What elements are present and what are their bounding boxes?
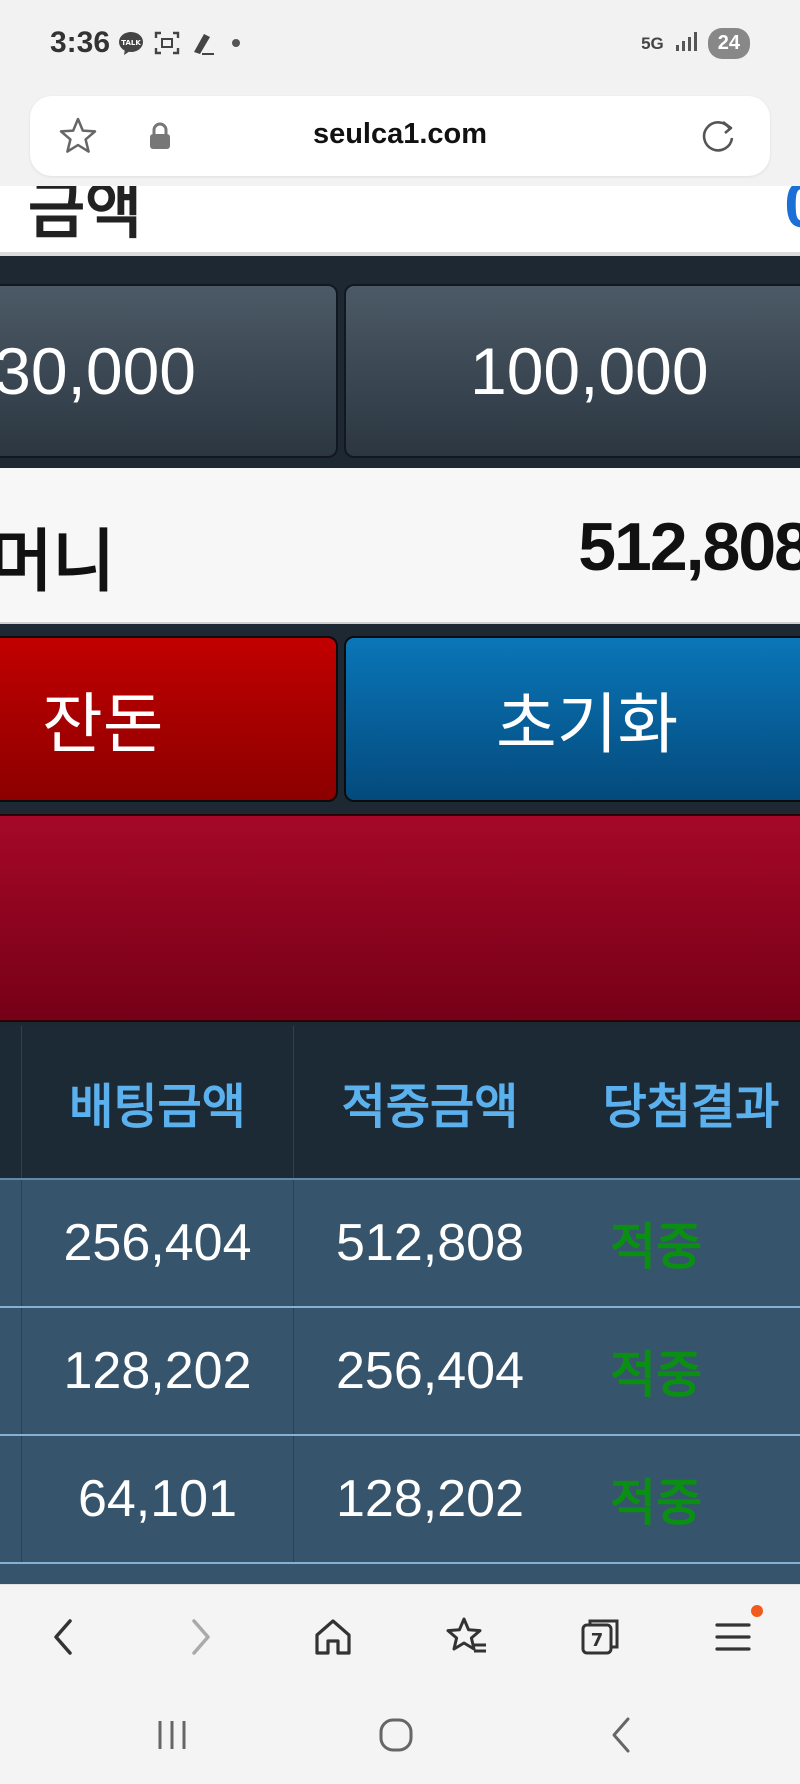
bet-amount-cell: 128,202 — [22, 1308, 294, 1434]
screen: 3:36 TALK 5G 24 seulca1.com 금액 30,000 10… — [0, 0, 800, 1784]
signal-icon — [674, 29, 698, 58]
history-table: 배팅금액 적중금액 당첨결과 256,404 512,808 적중 128,20… — [0, 1026, 800, 1584]
table-row-partial — [0, 1564, 800, 1584]
chevron-right-icon — [192, 1619, 210, 1655]
browser-toolbar: 7 — [0, 1584, 800, 1690]
svg-text:7: 7 — [591, 1630, 604, 1651]
network-5g-icon: 5G — [641, 33, 664, 53]
back-arrow-icon — [612, 1717, 630, 1753]
result-cell: 적중 — [610, 1475, 702, 1531]
android-home-button[interactable] — [366, 1710, 426, 1760]
table-cell — [0, 1436, 22, 1562]
reload-icon[interactable] — [696, 114, 740, 158]
chevron-left-icon — [54, 1619, 72, 1655]
android-nav-bar — [0, 1690, 800, 1784]
chip-30000-button[interactable]: 30,000 — [0, 284, 338, 458]
table-row: 64,101 128,202 적중 — [0, 1436, 800, 1564]
url-text[interactable]: seulca1.com — [30, 118, 770, 151]
url-bar[interactable]: seulca1.com — [30, 96, 770, 176]
pen-icon — [190, 30, 216, 56]
table-row: 128,202 256,404 적중 — [0, 1308, 800, 1436]
top-strip-label: 금액 — [28, 186, 143, 246]
bet-amount-cell: 256,404 — [22, 1180, 294, 1306]
money-row: 머니 512,808 — [0, 468, 800, 624]
forward-button[interactable] — [170, 1607, 230, 1667]
tabs-icon: 7 — [581, 1619, 619, 1655]
balance-button[interactable]: 잔돈 — [0, 636, 338, 802]
win-amount-cell: 256,404 — [336, 1342, 524, 1400]
menu-icon — [715, 1623, 751, 1651]
svg-text:TALK: TALK — [121, 39, 141, 47]
notification-dot — [751, 1605, 763, 1617]
home-circle-icon — [379, 1718, 413, 1752]
header-win-amount: 적중금액 — [341, 1081, 519, 1134]
table-header-cell — [0, 1026, 22, 1178]
status-time: 3:36 — [50, 26, 111, 59]
system-status-icons: 5G 24 — [641, 28, 750, 59]
back-button[interactable] — [34, 1607, 94, 1667]
result-cell: 적중 — [610, 1347, 702, 1403]
chip-100000-button[interactable]: 100,000 — [344, 284, 800, 458]
battery-indicator: 24 — [707, 28, 750, 59]
bet-banner[interactable] — [0, 814, 800, 1022]
header-bet-amount: 배팅금액 — [22, 1026, 294, 1178]
kakaotalk-icon: TALK — [118, 30, 144, 56]
win-amount-cell: 512,808 — [336, 1214, 524, 1272]
reset-button[interactable]: 초기화 — [344, 636, 800, 802]
table-cell — [0, 1180, 22, 1306]
table-cell — [0, 1308, 22, 1434]
win-amount-cell: 128,202 — [336, 1470, 524, 1528]
money-value: 512,808 — [578, 509, 800, 585]
top-strip-value: 0 — [784, 186, 800, 242]
more-notifications-dot — [232, 39, 240, 47]
bookmarks-star-icon — [446, 1617, 486, 1653]
status-bar: 3:36 TALK 5G 24 — [0, 0, 800, 92]
table-row: 256,404 512,808 적중 — [0, 1180, 800, 1308]
table-header: 배팅금액 적중금액 당첨결과 — [0, 1026, 800, 1180]
screenshot-icon — [154, 30, 180, 56]
home-icon — [315, 1619, 351, 1655]
android-back-button[interactable] — [592, 1710, 652, 1760]
home-button[interactable] — [303, 1607, 363, 1667]
recents-icon — [158, 1721, 186, 1749]
web-page: 금액 0 30,000 100,000 머니 512,808 잔돈 초기화 배팅… — [0, 186, 800, 1584]
menu-button[interactable] — [703, 1605, 763, 1667]
money-label: 머니 — [0, 524, 116, 600]
tabs-button[interactable]: 7 — [571, 1607, 631, 1667]
recents-button[interactable] — [142, 1710, 202, 1760]
header-result: 당첨결과 — [602, 1081, 780, 1134]
notification-icons: TALK — [118, 30, 240, 56]
bet-amount-cell: 64,101 — [22, 1436, 294, 1562]
bookmarks-button[interactable] — [437, 1607, 497, 1667]
top-strip: 금액 0 — [0, 186, 800, 256]
result-cell: 적중 — [610, 1219, 702, 1275]
